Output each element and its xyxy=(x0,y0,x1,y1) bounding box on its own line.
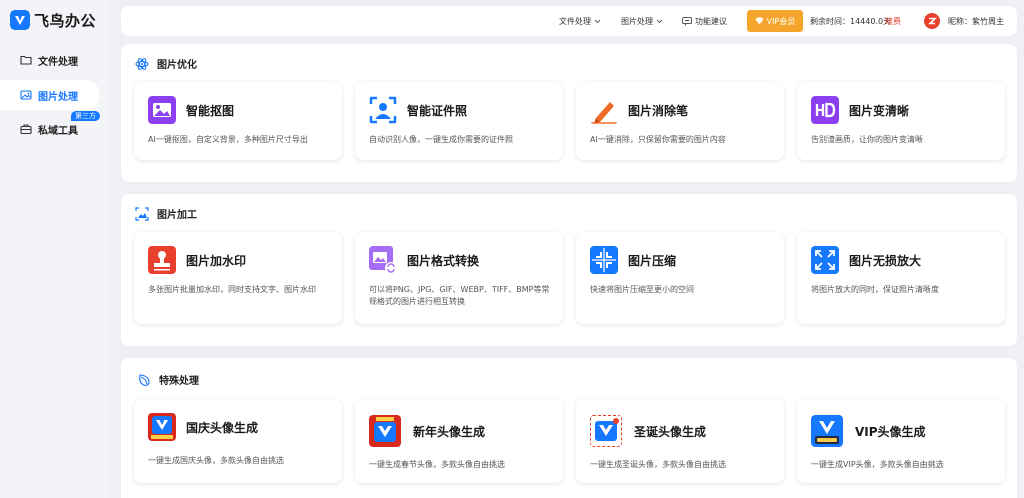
card-desc: 一键生成圣诞头像，多款头像自由挑选 xyxy=(590,460,726,469)
section-title: 特殊处理 xyxy=(137,372,199,387)
card-title: 图片加水印 xyxy=(186,254,247,268)
chevron-down-icon xyxy=(656,19,663,23)
renew-link[interactable]: 续费 xyxy=(885,6,901,36)
nickname[interactable]: 昵称：紫竹周主 xyxy=(948,6,1004,36)
special-icon xyxy=(139,373,150,386)
compress-icon xyxy=(590,246,618,274)
card-add-watermark[interactable]: 图片加水印 多张图片批量加水印，同时支持文字、图片水印 xyxy=(134,232,342,324)
card-desc: 自动识别人像，一键生成你需要的证件照 xyxy=(369,135,513,144)
sidebar-item-label: 文件处理 xyxy=(38,56,78,68)
section-title-label: 图片优化 xyxy=(157,60,197,71)
chevron-down-icon xyxy=(594,19,601,23)
section-title: 图片加工 xyxy=(135,206,197,221)
christmas-avatar-icon xyxy=(590,415,622,447)
watermark-icon xyxy=(148,246,176,274)
card-desc: 可以将PNG、JPG、GIF、WEBP、TIFF、BMP等常规格式的图片进行相互… xyxy=(369,285,550,306)
sidebar-item-private-tools[interactable]: 私域工具 第三方 xyxy=(0,111,100,144)
eraser-pen-icon xyxy=(590,96,618,124)
file-menu-label: 文件处理 xyxy=(559,16,591,26)
app-logo[interactable]: 飞鸟办公 xyxy=(10,9,96,31)
format-convert-icon xyxy=(369,246,397,274)
vip-avatar-icon xyxy=(811,415,843,447)
card-national-day-avatar[interactable]: 国庆头像生成 一键生成国庆头像，多款头像自由挑选 xyxy=(134,399,342,483)
hd-icon xyxy=(811,96,839,124)
sidebar-item-label: 私域工具 xyxy=(38,125,78,137)
card-title: 图片变清晰 xyxy=(849,104,910,118)
national-day-avatar-icon xyxy=(148,413,176,441)
avatar[interactable] xyxy=(924,13,940,29)
feedback-icon xyxy=(682,16,692,26)
card-title: 智能证件照 xyxy=(407,104,468,118)
card-title: 图片无损放大 xyxy=(849,254,922,268)
image-icon xyxy=(20,90,32,100)
section-image-process: 图片加工 图片加水印 多张图片批量加水印，同时支持文字、图片水印 图片格式转换 … xyxy=(121,194,1017,346)
image-edit-icon xyxy=(135,206,149,221)
card-title: 图片消除笔 xyxy=(628,104,689,118)
top-bar: 文件处理 图片处理 功能建议 VIP会员 剩余时间：14440.0天 续费 昵称… xyxy=(121,6,1017,36)
card-christmas-avatar[interactable]: 圣诞头像生成 一键生成圣诞头像，多款头像自由挑选 xyxy=(576,399,784,483)
card-desc: 将图片放大的同时，保证照片清晰度 xyxy=(811,285,939,294)
card-desc: 告别渣画质，让你的图片变清晰 xyxy=(811,135,923,144)
cutout-icon xyxy=(148,96,176,124)
card-desc: 多张图片批量加水印，同时支持文字、图片水印 xyxy=(148,285,316,294)
card-compress[interactable]: 图片压缩 快速将图片压缩至更小的空间 xyxy=(576,232,784,324)
card-title: 圣诞头像生成 xyxy=(634,425,707,439)
card-title: 新年头像生成 xyxy=(413,425,486,439)
user-logo-icon xyxy=(928,17,937,25)
sidebar-item-image[interactable]: 图片处理 xyxy=(0,80,100,110)
card-desc: 快速将图片压缩至更小的空间 xyxy=(590,285,694,294)
sidebar: 飞鸟办公 文件处理 图片处理 私域工具 第三方 xyxy=(0,0,108,498)
card-lossless-enlarge[interactable]: 图片无损放大 将图片放大的同时，保证照片清晰度 xyxy=(797,232,1005,324)
bird-logo-icon xyxy=(10,10,30,30)
card-title: 图片压缩 xyxy=(628,254,677,268)
vip-button[interactable]: VIP会员 xyxy=(747,10,803,32)
sidebar-item-label: 图片处理 xyxy=(38,91,78,103)
card-title: VIP头像生成 xyxy=(855,425,926,439)
feedback-link[interactable]: 功能建议 xyxy=(682,6,727,36)
sidebar-item-file[interactable]: 文件处理 xyxy=(0,45,100,75)
card-smart-cutout[interactable]: 智能抠图 AI一键抠图，自定义背景，多种图片尺寸导出 xyxy=(134,82,342,160)
card-format-convert[interactable]: 图片格式转换 可以将PNG、JPG、GIF、WEBP、TIFF、BMP等常规格式… xyxy=(355,232,563,324)
briefcase-icon xyxy=(20,124,32,135)
card-eraser-pen[interactable]: 图片消除笔 AI一键消除，只保留你需要的图片内容 xyxy=(576,82,784,160)
card-title: 国庆头像生成 xyxy=(186,421,259,435)
third-party-badge: 第三方 xyxy=(71,111,100,121)
card-title: 图片格式转换 xyxy=(407,254,480,268)
image-menu-label: 图片处理 xyxy=(621,16,653,26)
card-vip-avatar[interactable]: VIP头像生成 一键生成VIP头像，多款头像自由挑选 xyxy=(797,399,1005,483)
image-menu-dropdown[interactable]: 图片处理 xyxy=(621,6,663,36)
card-desc: 一键生成VIP头像，多款头像自由挑选 xyxy=(811,460,944,469)
folder-icon xyxy=(20,55,32,65)
section-image-optimize: 图片优化 智能抠图 AI一键抠图，自定义背景，多种图片尺寸导出 智能证件照 自动… xyxy=(121,44,1017,182)
section-title-label: 图片加工 xyxy=(157,210,197,221)
vip-label: VIP会员 xyxy=(766,16,796,26)
file-menu-dropdown[interactable]: 文件处理 xyxy=(559,6,601,36)
remaining-time: 剩余时间：14440.0天 xyxy=(810,16,892,26)
card-desc: 一键生成春节头像，多款头像自由挑选 xyxy=(369,460,505,469)
diamond-icon xyxy=(755,17,764,25)
card-new-year-avatar[interactable]: 新年头像生成 一键生成春节头像，多款头像自由挑选 xyxy=(355,399,563,483)
section-title-label: 特殊处理 xyxy=(159,376,199,387)
card-desc: 一键生成国庆头像，多款头像自由挑选 xyxy=(148,456,284,465)
card-desc: AI一键抠图，自定义背景，多种图片尺寸导出 xyxy=(148,135,308,144)
card-title: 智能抠图 xyxy=(186,104,235,118)
feedback-label: 功能建议 xyxy=(695,16,727,26)
enlarge-icon xyxy=(811,246,839,274)
card-desc: AI一键消除，只保留你需要的图片内容 xyxy=(590,135,726,144)
section-title: 图片优化 xyxy=(135,56,197,71)
card-smart-id-photo[interactable]: 智能证件照 自动识别人像，一键生成你需要的证件照 xyxy=(355,82,563,160)
id-photo-icon xyxy=(369,96,397,124)
new-year-avatar-icon xyxy=(369,415,401,447)
section-special: 特殊处理 国庆头像生成 一键生成国庆头像，多款头像自由挑选 新年头像生成 一键生… xyxy=(121,358,1017,498)
card-image-sharpen[interactable]: 图片变清晰 告别渣画质，让你的图片变清晰 xyxy=(797,82,1005,160)
app-title: 飞鸟办公 xyxy=(34,11,97,30)
atom-icon xyxy=(135,57,149,70)
